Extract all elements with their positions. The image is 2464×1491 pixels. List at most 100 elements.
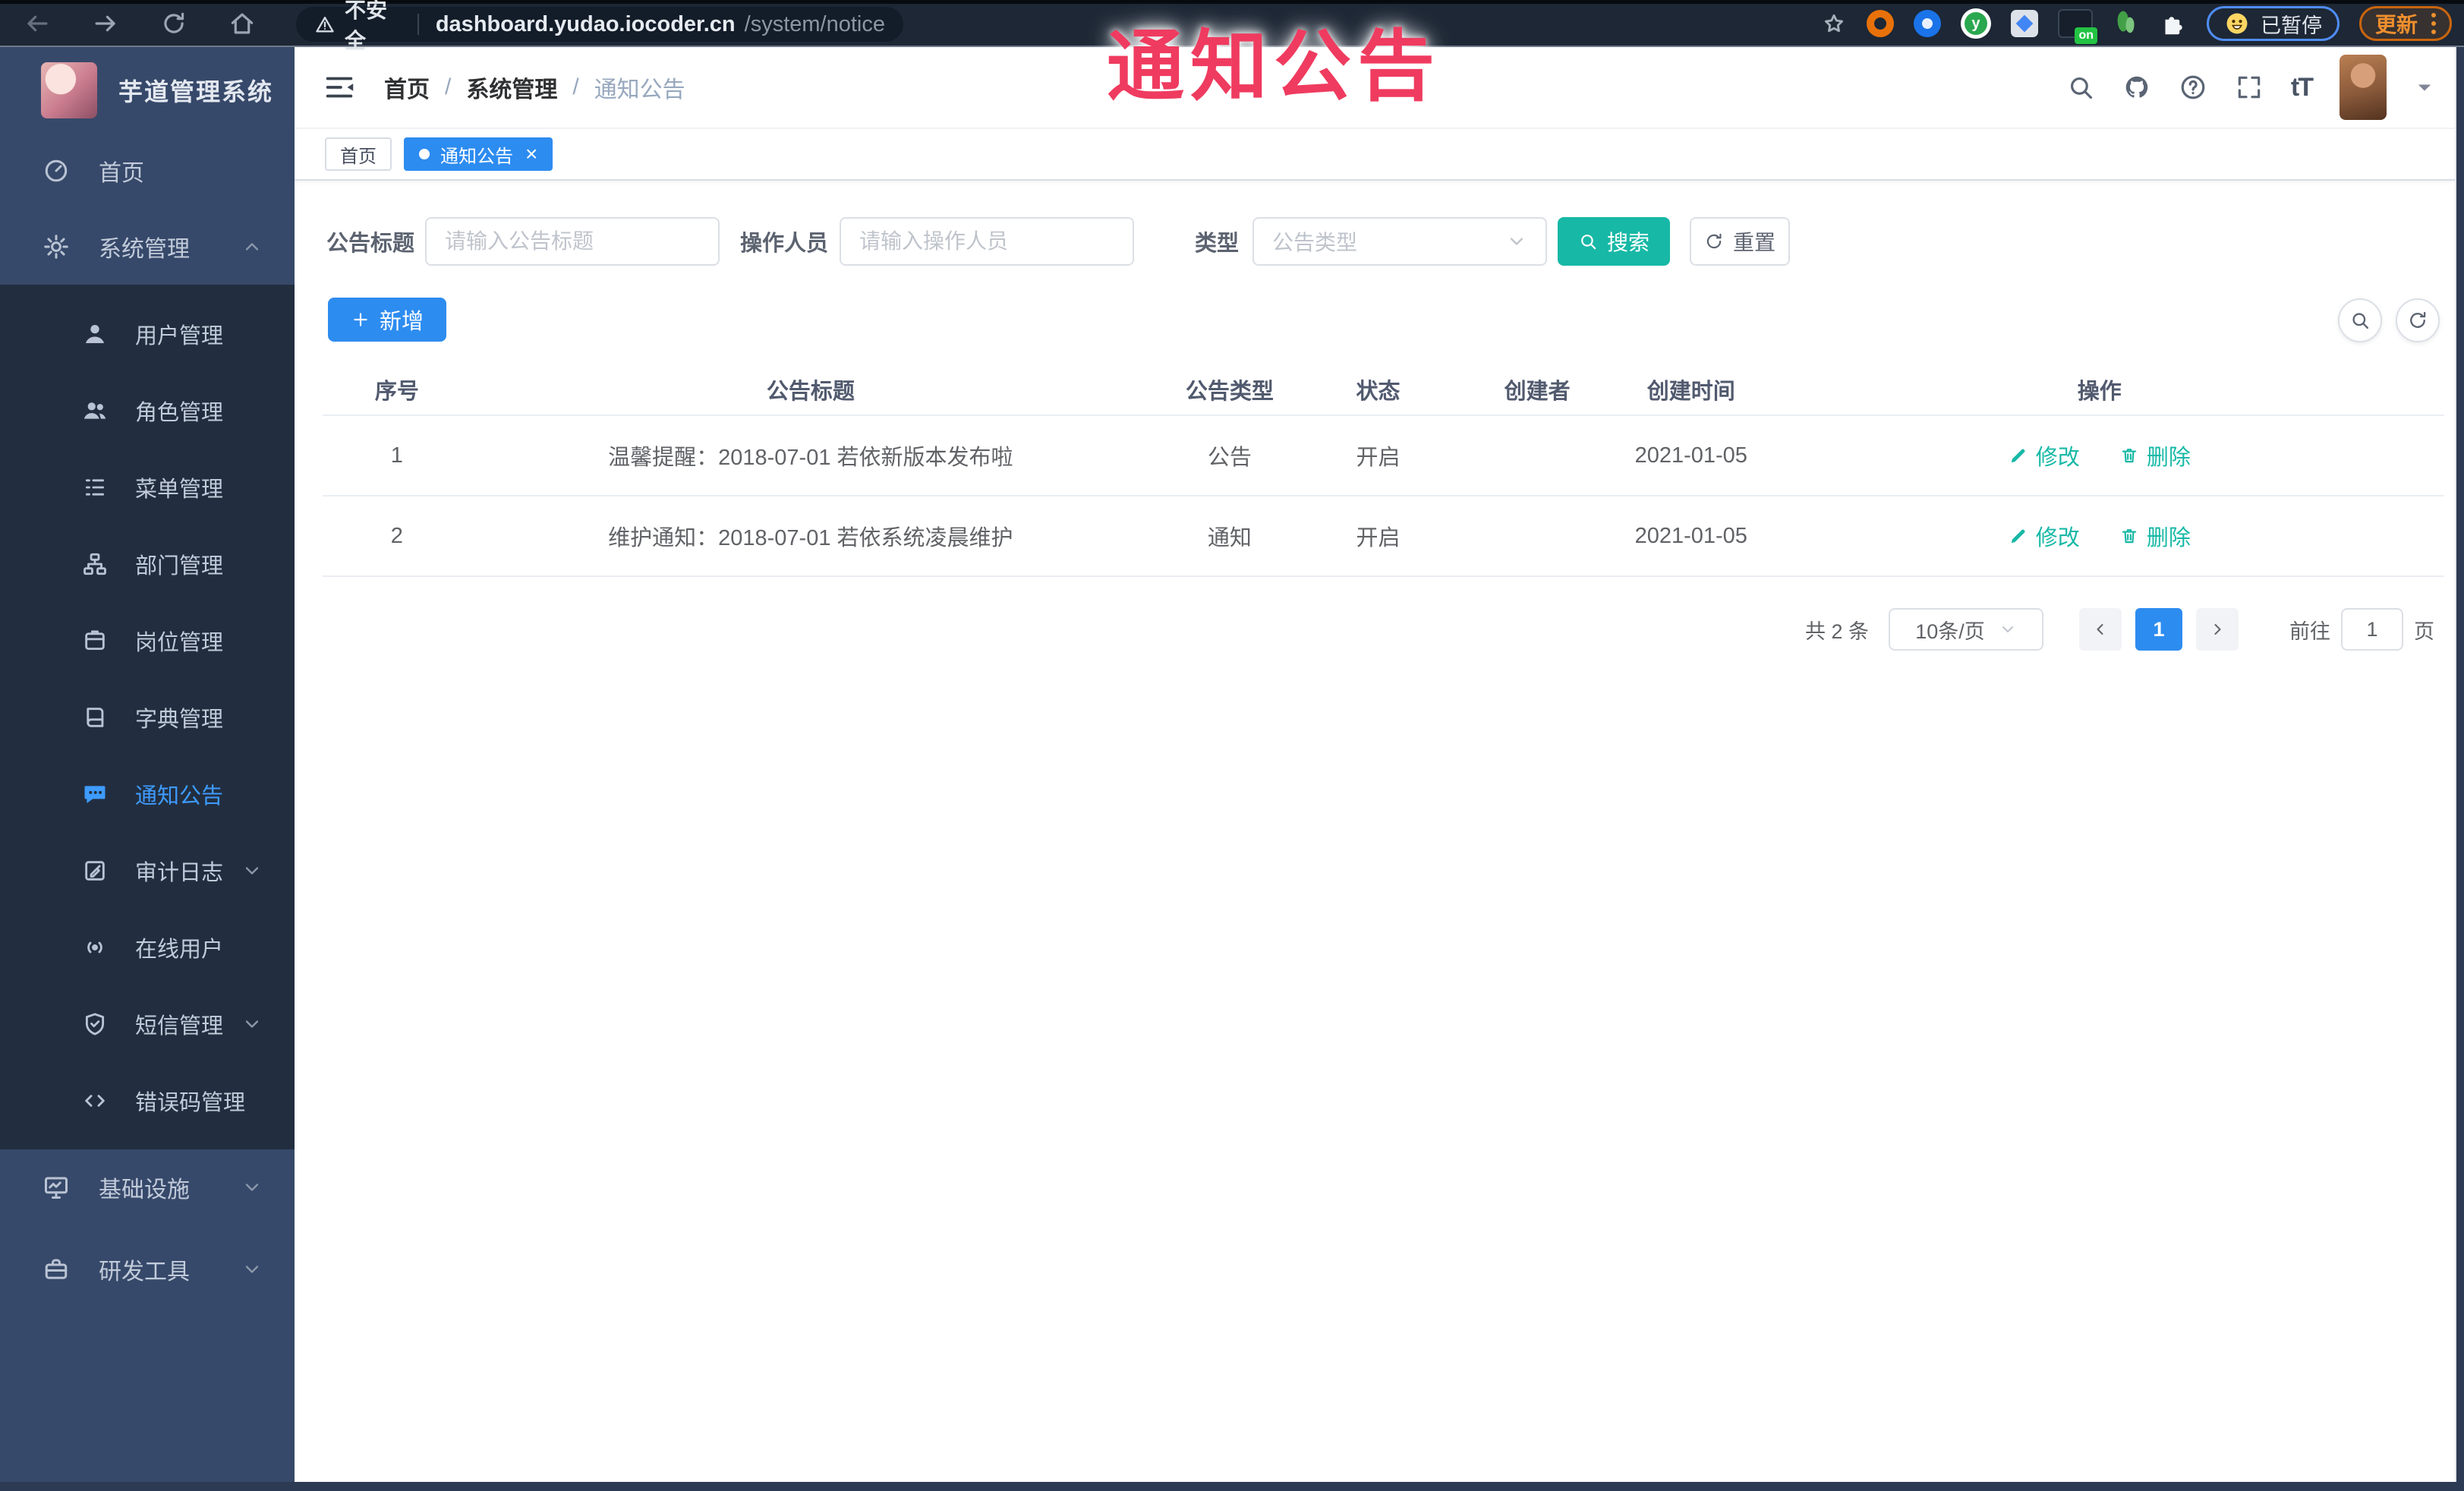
type-select-placeholder: 公告类型 [1272, 231, 1358, 254]
type-select[interactable]: 公告类型 [1252, 217, 1547, 266]
refresh-table-button[interactable] [2396, 298, 2440, 342]
cell-no: 2 [323, 496, 471, 577]
cell-no: 1 [323, 415, 471, 496]
sidebar-item-label: 部门管理 [135, 553, 224, 578]
breadcrumb-separator: / [572, 74, 579, 99]
caret-down-icon[interactable] [2414, 77, 2435, 98]
sidebar-item-infrastructure[interactable]: 基础设施 [0, 1149, 295, 1225]
add-button[interactable]: 新增 [328, 298, 447, 342]
extension-orange-ring-icon[interactable] [1866, 10, 1894, 37]
sidebar-item-user[interactable]: 用户管理 [0, 295, 295, 372]
goto-page-input[interactable] [2341, 608, 2404, 651]
extension-blue-drop-icon[interactable] [1913, 10, 1941, 37]
toggle-search-button[interactable] [2338, 298, 2382, 342]
warning-icon [314, 14, 336, 35]
sidebar-item-label: 短信管理 [135, 1013, 224, 1039]
search-icon[interactable] [2066, 73, 2095, 102]
cell-title: 维护通知：2018-07-01 若依系统凌晨维护 [471, 496, 1151, 577]
sidebar-item-org-tree[interactable]: 部门管理 [0, 525, 295, 602]
sidebar-item-audit-log[interactable]: 审计日志 [0, 832, 295, 909]
hamburger-fold-icon[interactable] [322, 70, 357, 105]
sidebar-item-users[interactable]: 角色管理 [0, 372, 295, 449]
help-icon[interactable] [2179, 73, 2207, 102]
prev-page-button[interactable] [2079, 608, 2122, 651]
emoji-face-icon [2224, 11, 2250, 36]
page-number-button[interactable]: 1 [2135, 608, 2183, 651]
url-path: /system/notice [744, 11, 885, 36]
tag-home[interactable]: 首页 [325, 137, 392, 171]
search-button[interactable]: 搜索 [1558, 217, 1670, 266]
sidebar-item-online-users[interactable]: 在线用户 [0, 909, 295, 985]
close-icon[interactable]: × [525, 143, 537, 165]
sidebar-item-label: 基础设施 [99, 1177, 190, 1203]
delete-button[interactable]: 删除 [2119, 520, 2191, 552]
user-avatar[interactable] [2340, 55, 2387, 120]
browser-scrollbar[interactable] [2455, 47, 2464, 1491]
back-icon[interactable] [23, 9, 52, 38]
update-button[interactable]: 更新 [2358, 6, 2452, 41]
address-bar[interactable]: 不安全 dashboard.yudao.iocoder.cn/system/no… [296, 0, 903, 52]
edit-icon [2009, 526, 2028, 546]
sidebar-item-dictionary[interactable]: 字典管理 [0, 679, 295, 755]
sidebar-item-announcement[interactable]: 通知公告 [0, 755, 295, 832]
cell-status: 开启 [1309, 496, 1448, 577]
menu-kebab-icon[interactable] [2431, 13, 2436, 34]
reset-button[interactable]: 重置 [1690, 217, 1790, 266]
edit-button[interactable]: 修改 [2009, 520, 2080, 552]
breadcrumb-home[interactable]: 首页 [384, 71, 430, 104]
screen: 不安全 dashboard.yudao.iocoder.cn/system/no… [0, 0, 2464, 1491]
operator-filter-input[interactable] [840, 217, 1134, 266]
update-label: 更新 [2374, 13, 2418, 36]
title-filter-input[interactable] [425, 217, 720, 266]
notice-table: 序号 公告标题 公告类型 状态 创建者 创建时间 操作 1 温馨提醒：2018-… [323, 364, 2444, 577]
reload-icon[interactable] [159, 9, 188, 38]
paused-profile-chip[interactable]: 已暂停 [2206, 6, 2340, 41]
extensions-puzzle-icon[interactable] [2160, 10, 2187, 37]
sidebar-item-sms-shield[interactable]: 短信管理 [0, 985, 295, 1062]
column-title: 公告标题 [471, 364, 1151, 416]
cell-creator [1447, 415, 1627, 496]
cell-time: 2021-01-05 [1627, 415, 1755, 496]
sidebar-item-menu-tree[interactable]: 菜单管理 [0, 449, 295, 525]
sidebar-item-dashboard[interactable]: 首页 [0, 133, 295, 209]
sidebar-item-label: 通知公告 [135, 783, 224, 809]
delete-button[interactable]: 删除 [2119, 440, 2191, 471]
sms-shield-icon [82, 1011, 108, 1037]
forward-icon[interactable] [91, 9, 120, 38]
title-filter-label: 公告标题 [326, 232, 415, 256]
tag-notice-active[interactable]: 通知公告 × [404, 137, 553, 171]
search-icon [1578, 232, 1598, 251]
extension-green-y-icon[interactable]: y [1960, 8, 1991, 39]
sidebar-item-post-badge[interactable]: 岗位管理 [0, 602, 295, 679]
breadcrumb-system[interactable]: 系统管理 [466, 71, 557, 104]
sidebar-item-error-code[interactable]: 错误码管理 [0, 1062, 295, 1139]
extension-sprout-icon[interactable] [2113, 10, 2140, 37]
delete-icon [2119, 446, 2139, 465]
next-page-button[interactable] [2196, 608, 2239, 651]
post-badge-icon [82, 628, 108, 654]
app-logo-row[interactable]: 芋道管理系统 [0, 47, 295, 133]
chevron-down-icon [241, 1013, 263, 1035]
sidebar-item-gear[interactable]: 系统管理 [0, 209, 295, 285]
tags-view-bar: 首页 通知公告 × [295, 129, 2455, 181]
sidebar: 芋道管理系统 首页 系统管理 用户管理 角色管理 菜单管理 部门管理 岗位管理 … [0, 47, 295, 1482]
github-icon[interactable] [2122, 73, 2151, 102]
edit-button[interactable]: 修改 [2009, 440, 2080, 471]
extension-recorder-on-icon[interactable]: on [2057, 9, 2097, 44]
fullscreen-icon[interactable] [2235, 73, 2264, 102]
cell-actions: 修改 删除 [1754, 496, 2444, 577]
address-divider [417, 14, 419, 35]
app-title: 芋道管理系统 [118, 77, 274, 106]
cell-type: 通知 [1150, 496, 1309, 577]
page-size-select[interactable]: 10条/页 [1889, 608, 2044, 651]
extension-diamond-icon[interactable] [2010, 10, 2038, 37]
sidebar-item-label: 系统管理 [99, 237, 190, 262]
bookmark-star-icon[interactable] [1821, 11, 1847, 36]
home-icon[interactable] [228, 9, 257, 38]
font-size-icon[interactable]: tT [2291, 73, 2314, 102]
refresh-icon [1704, 232, 1724, 251]
delete-button-label: 删除 [2146, 446, 2191, 470]
sidebar-item-dev-tools[interactable]: 研发工具 [0, 1231, 295, 1307]
chevron-down-icon [241, 1177, 263, 1198]
paused-label: 已暂停 [2260, 14, 2322, 37]
